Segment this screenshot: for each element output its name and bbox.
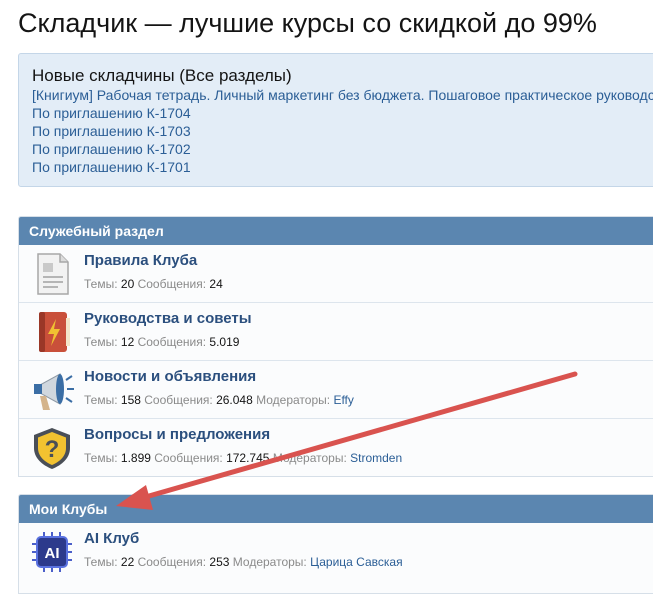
notice-link[interactable]: По приглашению К-1703 [32,122,653,140]
section-header[interactable]: Служебный раздел [19,217,653,245]
topics-label: Темы: [84,335,118,349]
notice-link[interactable]: [Книгиум] Рабочая тетрадь. Личный маркет… [32,86,653,104]
notice-link[interactable]: По приглашению К-1704 [32,104,653,122]
topics-label: Темы: [84,555,118,569]
topics-label: Темы: [84,451,118,465]
node-title[interactable]: Новости и объявления [84,368,256,385]
moderators-label: Модераторы: [256,393,331,407]
messages-count: 24 [209,277,223,291]
node-title[interactable]: Руководства и советы [84,310,252,327]
new-threads-notice: Новые складчины (Все разделы) [Книгиум] … [18,53,653,187]
node-stats: Темы: 20 Сообщения: 24 [84,277,223,291]
ai-chip-label: AI [45,545,60,562]
svg-text:?: ? [45,436,60,463]
section-service: Служебный раздел Правила Клуба Темы: 20 … [18,216,653,477]
messages-label: Сообщения: [154,451,223,465]
messages-label: Сообщения: [137,277,207,291]
messages-label: Сообщения: [137,335,207,349]
moderator-link[interactable]: Stromden [350,451,402,465]
moderators-label: Модераторы: [232,555,307,569]
node-club-rules: Правила Клуба Темы: 20 Сообщения: 24 [19,245,653,303]
node-stats: Темы: 22 Сообщения: 253 Модераторы: Цари… [84,555,403,569]
messages-count: 5.019 [209,335,240,349]
messages-count: 26.048 [216,393,253,407]
notice-link[interactable]: По приглашению К-1701 [32,158,653,176]
node-news: Новости и объявления Темы: 158 Сообщения… [19,361,653,419]
messages-count: 253 [209,555,230,569]
messages-label: Сообщения: [137,555,207,569]
node-title[interactable]: Вопросы и предложения [84,426,270,443]
moderators-label: Модераторы: [272,451,347,465]
node-stats: Темы: 158 Сообщения: 26.048 Модераторы: … [84,393,354,407]
topics-label: Темы: [84,393,118,407]
topics-count: 20 [120,277,135,291]
page-title: Складчик — лучшие курсы со скидкой до 99… [18,8,597,38]
ai-chip-icon: AI [32,532,72,572]
section-header[interactable]: Мои Клубы [19,495,653,523]
megaphone-icon [34,373,74,410]
book-icon [39,312,70,352]
node-title[interactable]: Правила Клуба [84,252,197,269]
section-my-clubs: Мои Клубы AI AI Клуб Темы: 22 Сообщения:… [18,494,653,594]
question-shield-icon: ? [34,428,70,469]
messages-count: 172.745 [226,451,270,465]
document-icon [37,253,69,295]
topics-count: 22 [120,555,135,569]
node-stats: Темы: 12 Сообщения: 5.019 [84,335,239,349]
notice-link[interactable]: По приглашению К-1702 [32,140,653,158]
node-guides: Руководства и советы Темы: 12 Сообщения:… [19,303,653,361]
messages-label: Сообщения: [144,393,213,407]
moderator-link[interactable]: Царица Савская [310,555,402,569]
node-title[interactable]: AI Клуб [84,530,139,547]
node-questions: ? Вопросы и предложения Темы: 1.899 Сооб… [19,419,653,476]
notice-title[interactable]: Новые складчины (Все разделы) [32,66,653,86]
node-ai-club: AI AI Клуб Темы: 22 Сообщения: 253 Модер… [19,523,653,580]
topics-count: 12 [120,335,135,349]
topics-label: Темы: [84,277,118,291]
moderator-link[interactable]: Effy [333,393,353,407]
topics-count: 1.899 [120,451,151,465]
topics-count: 158 [120,393,141,407]
node-stats: Темы: 1.899 Сообщения: 172.745 Модератор… [84,451,402,465]
